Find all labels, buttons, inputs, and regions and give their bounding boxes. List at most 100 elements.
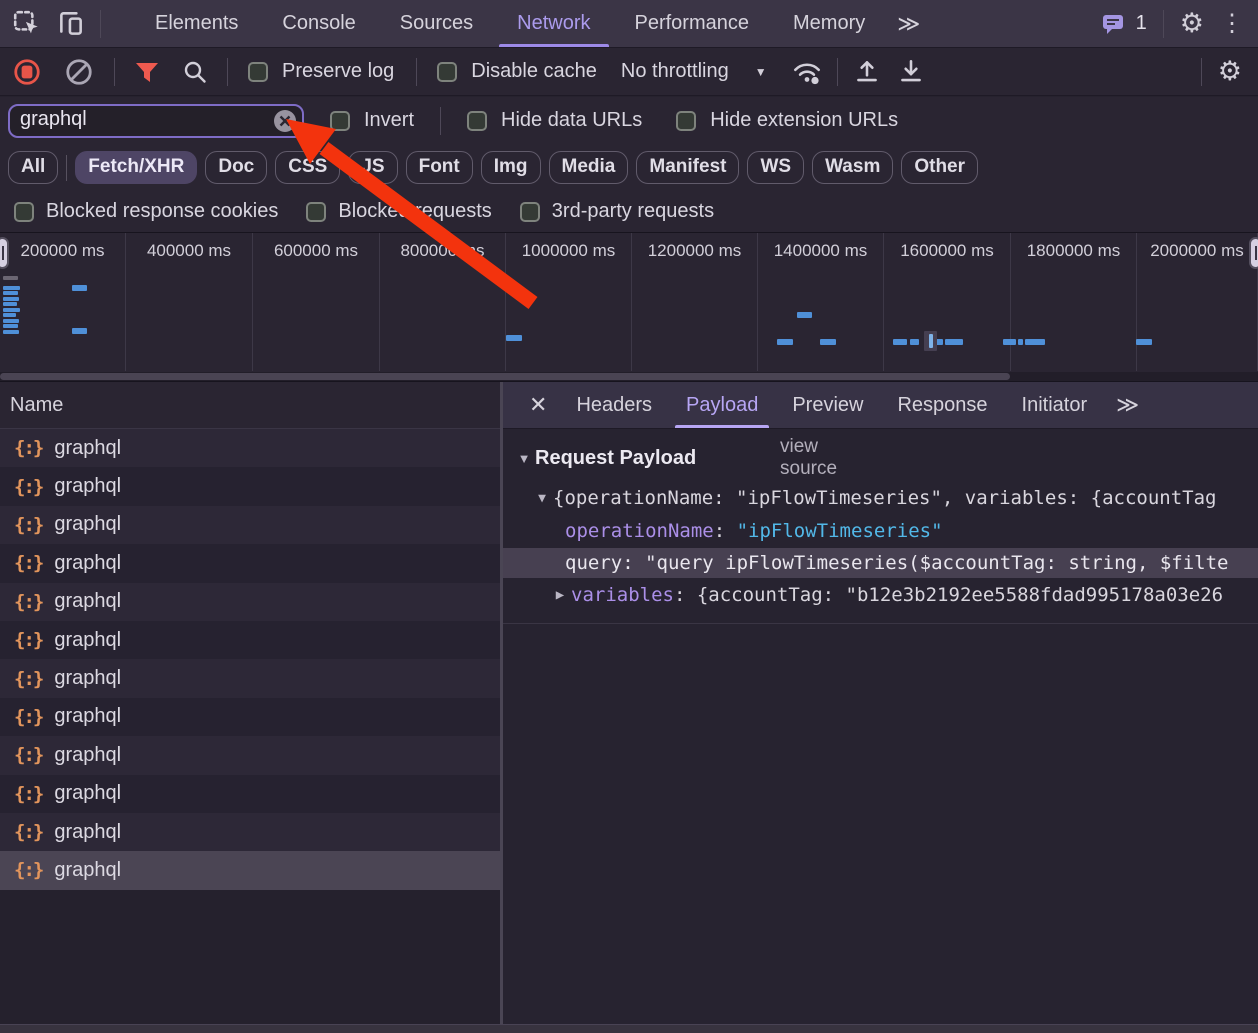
payload-summary-line[interactable]: ▼ {operationName: "ipFlowTimeseries", va… <box>503 483 1258 513</box>
section-divider <box>503 623 1258 624</box>
issues-icon[interactable] <box>1100 10 1128 38</box>
payload-variables-line[interactable]: ▶ variables: {accountTag: "b12e3b2192ee5… <box>503 580 1258 610</box>
request-row[interactable]: {:} graphql <box>0 429 500 467</box>
fetch-xhr-icon: {:} <box>14 476 42 498</box>
json-key: operationName <box>565 520 714 542</box>
request-row[interactable]: {:} graphql <box>0 583 500 621</box>
waterfall-bar <box>777 339 793 345</box>
detail-tab[interactable]: Preview <box>775 382 880 428</box>
waterfall-bar <box>945 339 963 345</box>
device-toolbar-icon[interactable] <box>56 9 86 39</box>
payload-query-line-highlighted[interactable]: query: "query ipFlowTimeseries($accountT… <box>503 548 1258 578</box>
detail-tab[interactable]: Payload <box>669 382 775 428</box>
detail-tab-strip: ✕ HeadersPayloadPreviewResponseInitiator… <box>503 382 1258 429</box>
fetch-xhr-icon: {:} <box>14 859 42 881</box>
request-row[interactable]: {:} graphql <box>0 506 500 544</box>
devtools-tab[interactable]: Console <box>260 0 377 47</box>
request-row[interactable]: {:} graphql <box>0 851 500 889</box>
devtools-tab[interactable]: Memory <box>771 0 887 47</box>
request-type-chip[interactable]: Font <box>406 151 473 184</box>
detail-tab[interactable]: Headers <box>559 382 669 428</box>
request-row[interactable]: {:} graphql <box>0 775 500 813</box>
chevron-down-icon[interactable]: ▼ <box>755 65 767 79</box>
detail-tab[interactable]: Response <box>880 382 1004 428</box>
clear-network-log-icon[interactable] <box>64 57 94 87</box>
request-row[interactable]: {:} graphql <box>0 467 500 505</box>
detail-more-tabs-icon[interactable]: ≫ <box>1104 382 1151 428</box>
request-type-chip[interactable]: JS <box>348 151 397 184</box>
request-type-chip[interactable]: CSS <box>275 151 340 184</box>
throttling-select[interactable]: No throttling <box>621 60 729 83</box>
inspect-element-icon[interactable] <box>12 9 42 39</box>
disable-cache-checkbox[interactable] <box>437 62 457 82</box>
settings-gear-icon[interactable]: ⚙ <box>1180 10 1204 37</box>
request-row[interactable]: {:} graphql <box>0 544 500 582</box>
hide-extension-urls-checkbox[interactable] <box>676 111 696 131</box>
network-conditions-icon[interactable] <box>791 57 823 87</box>
blocked-filter-label: 3rd-party requests <box>552 200 714 223</box>
view-source-link[interactable]: view source <box>780 436 837 480</box>
filter-bar: Invert Hide data URLs Hide extension URL… <box>0 97 1258 144</box>
timeline-column: 1600000 ms <box>884 233 1011 371</box>
timeline-right-handle[interactable] <box>1249 237 1258 269</box>
hide-data-urls-label: Hide data URLs <box>501 109 642 132</box>
search-icon[interactable] <box>181 58 209 86</box>
divider <box>440 107 441 135</box>
request-name: graphql <box>54 590 121 613</box>
kebab-menu-icon[interactable]: ⋮ <box>1220 12 1244 36</box>
blocked-filter-checkbox[interactable] <box>306 202 326 222</box>
import-har-icon[interactable] <box>852 57 882 87</box>
payload-operation-name-line[interactable]: operationName: "ipFlowTimeseries" <box>503 516 1258 546</box>
network-settings-gear-icon[interactable]: ⚙ <box>1218 58 1242 85</box>
clear-filter-icon[interactable] <box>272 108 298 134</box>
name-column-header[interactable]: Name <box>0 382 500 429</box>
invert-checkbox[interactable] <box>330 111 350 131</box>
filter-input[interactable] <box>8 104 304 138</box>
request-type-chip[interactable]: Img <box>481 151 541 184</box>
collapse-triangle-icon[interactable]: ▼ <box>531 491 553 506</box>
divider <box>416 58 417 86</box>
request-row[interactable]: {:} graphql <box>0 698 500 736</box>
devtools-tab[interactable]: Network <box>495 0 612 47</box>
request-type-chip[interactable]: Fetch/XHR <box>75 151 197 184</box>
request-type-chip[interactable]: Other <box>901 151 978 184</box>
export-har-icon[interactable] <box>896 57 926 87</box>
network-overview-timeline[interactable]: 200000 ms400000 ms600000 ms800000 ms1000… <box>0 233 1258 382</box>
request-row[interactable]: {:} graphql <box>0 736 500 774</box>
request-type-chip[interactable]: WS <box>747 151 804 184</box>
fetch-xhr-icon: {:} <box>14 821 42 843</box>
preserve-log-checkbox[interactable] <box>248 62 268 82</box>
timeline-column: 1400000 ms <box>758 233 884 371</box>
timeline-column: 600000 ms <box>253 233 380 371</box>
json-key: query <box>565 552 622 574</box>
request-row[interactable]: {:} graphql <box>0 659 500 697</box>
timeline-scroll-thumb[interactable] <box>0 373 1010 380</box>
timeline-tick-label: 1600000 ms <box>900 241 994 371</box>
request-row[interactable]: {:} graphql <box>0 621 500 659</box>
close-detail-icon[interactable]: ✕ <box>517 382 559 428</box>
collapse-triangle-icon[interactable]: ▼ <box>513 451 535 466</box>
request-type-chip[interactable] <box>66 155 67 181</box>
request-type-chip[interactable]: Manifest <box>636 151 739 184</box>
more-tabs-icon[interactable]: ≫ <box>887 0 930 47</box>
request-row[interactable]: {:} graphql <box>0 813 500 851</box>
request-name: graphql <box>54 629 121 652</box>
waterfall-bar <box>1003 339 1016 345</box>
expand-triangle-icon[interactable]: ▶ <box>549 587 571 603</box>
filter-icon[interactable] <box>133 58 161 86</box>
hide-data-urls-checkbox[interactable] <box>467 111 487 131</box>
request-type-chip[interactable]: Doc <box>205 151 267 184</box>
timeline-left-handle[interactable] <box>0 237 9 269</box>
divider <box>837 58 838 86</box>
request-type-chip[interactable]: Wasm <box>812 151 893 184</box>
devtools-tab[interactable]: Elements <box>133 0 260 47</box>
devtools-tab[interactable]: Sources <box>378 0 495 47</box>
blocked-filter-checkbox[interactable] <box>14 202 34 222</box>
blocked-filter-checkbox[interactable] <box>520 202 540 222</box>
devtools-tab[interactable]: Performance <box>613 0 772 47</box>
record-network-log-icon[interactable] <box>12 57 42 87</box>
request-type-chip[interactable]: All <box>8 151 58 184</box>
detail-tab[interactable]: Initiator <box>1005 382 1105 428</box>
request-type-chip[interactable]: Media <box>549 151 629 184</box>
waterfall-bar <box>797 312 812 318</box>
